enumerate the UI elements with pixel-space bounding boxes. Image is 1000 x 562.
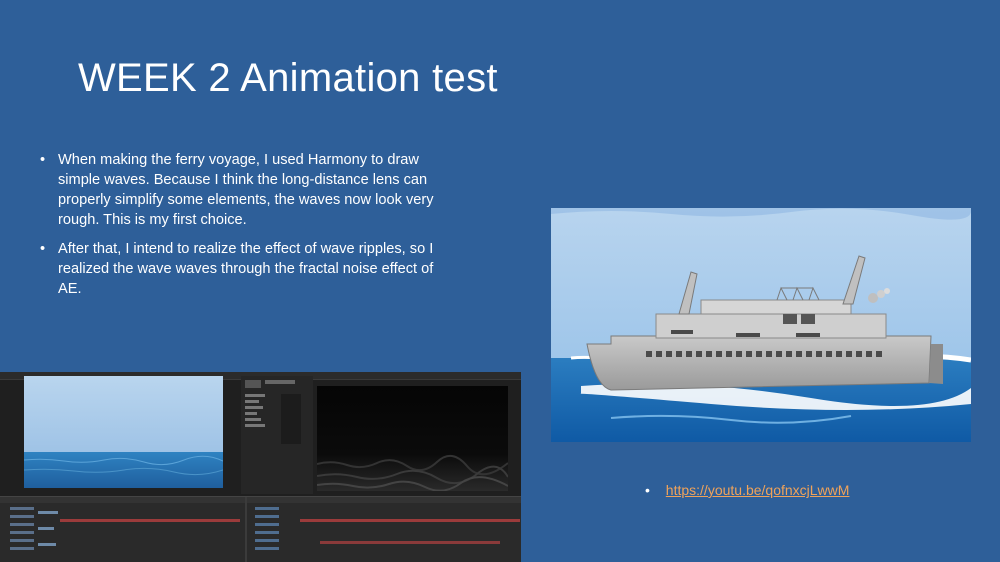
bullet-list: • When making the ferry voyage, I used H… [38, 150, 448, 308]
ae-panel-rows [245, 380, 301, 444]
bullet-dot: • [40, 241, 46, 257]
bullet-text: After that, I intend to realize the effe… [58, 241, 434, 297]
ae-timeline-panel [0, 496, 521, 562]
bullet-item: • When making the ferry voyage, I used H… [38, 150, 448, 230]
ae-timeline-tracks [0, 497, 521, 562]
link-bullet-dot: • [645, 482, 650, 498]
ae-composition-waves [24, 376, 223, 488]
video-link-item: • https://youtu.be/qofnxcjLwwM [645, 482, 849, 498]
bullet-dot: • [40, 152, 46, 168]
after-effects-screenshot [0, 372, 521, 562]
slide-title: WEEK 2 Animation test [78, 56, 498, 100]
youtube-link[interactable]: https://youtu.be/qofnxcjLwwM [666, 482, 850, 498]
slide: WEEK 2 Animation test • When making the … [0, 0, 1000, 562]
bullet-item: • After that, I intend to realize the ef… [38, 239, 448, 299]
ferry-illustration [551, 208, 971, 442]
ae-fractal-noise-preview [317, 386, 508, 491]
bullet-text: When making the ferry voyage, I used Har… [58, 152, 434, 228]
ae-effects-panel [241, 376, 313, 494]
